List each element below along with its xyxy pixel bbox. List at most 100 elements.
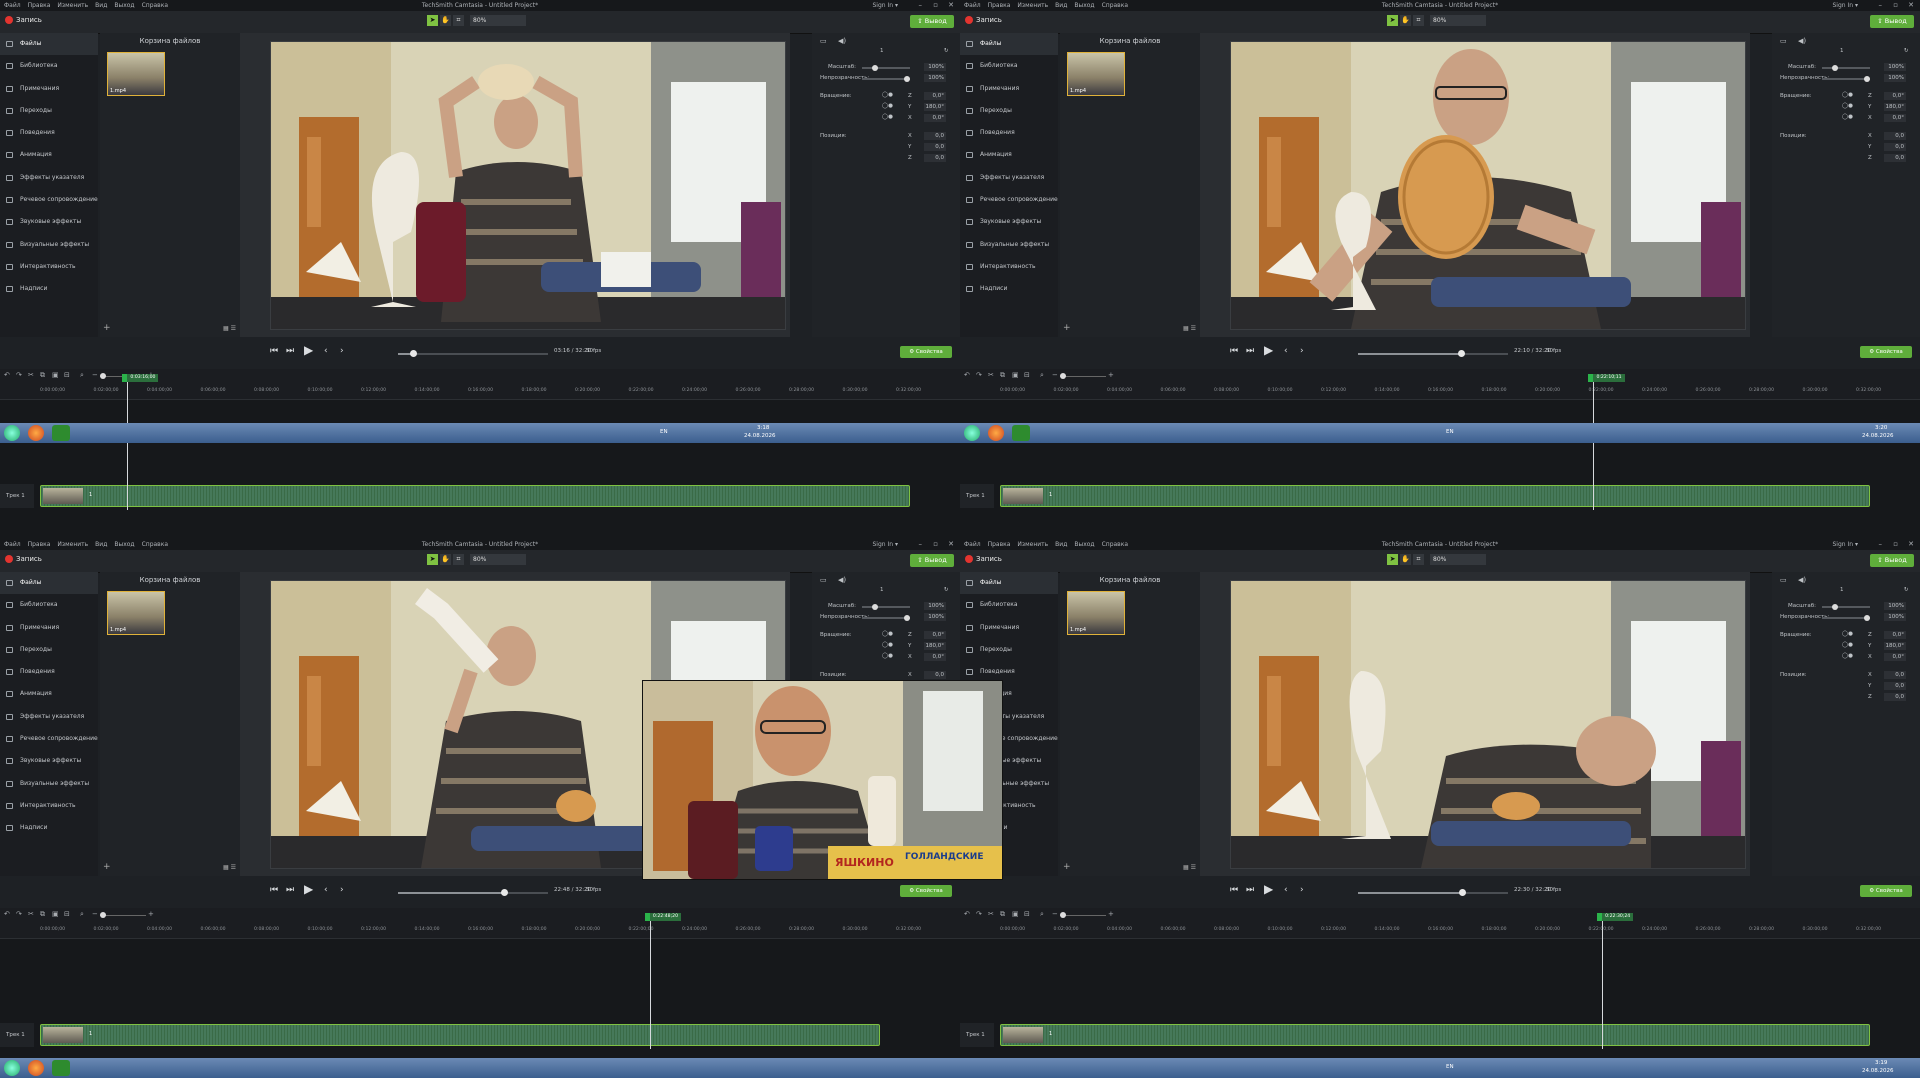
timeline-area[interactable] xyxy=(960,400,1920,539)
minimize-icon[interactable]: – xyxy=(1879,539,1883,550)
sidebar-item[interactable]: Звуковые эффекты xyxy=(0,211,98,233)
zoom-in-icon[interactable]: + xyxy=(1108,371,1114,379)
sidebar-item[interactable]: Переходы xyxy=(0,639,98,661)
sidebar-item[interactable]: Примечания xyxy=(960,617,1058,639)
media-thumbnail[interactable]: 1.mp4 xyxy=(1067,52,1125,96)
scale-slider-knob[interactable] xyxy=(871,65,878,71)
media-clip[interactable]: 1 xyxy=(1000,1024,1870,1046)
opacity-slider-knob[interactable] xyxy=(1864,76,1870,82)
scale-slider[interactable] xyxy=(1822,65,1870,71)
zoom-search-icon[interactable]: ⌕ xyxy=(80,371,84,380)
sidebar-item[interactable]: Визуальные эффекты xyxy=(0,234,98,256)
crop-tool-icon[interactable]: ⌗ xyxy=(453,15,464,26)
sidebar-item[interactable]: Анимация xyxy=(0,144,98,166)
rotation-dials-icon[interactable]: ◯● xyxy=(882,642,893,648)
rotation-dials-icon[interactable]: ◯● xyxy=(882,103,893,109)
scale-slider-knob[interactable] xyxy=(871,604,878,610)
rotation-z-value[interactable]: 0,0° xyxy=(924,92,946,100)
clock-date[interactable]: 24.08.2026 xyxy=(1862,433,1894,439)
arrow-tool-icon[interactable]: ➤ xyxy=(427,554,438,565)
language-indicator[interactable]: EN xyxy=(1446,1064,1454,1070)
cut-icon[interactable]: ✂ xyxy=(28,371,34,379)
opacity-slider-knob[interactable] xyxy=(904,76,910,82)
rotation-y-value[interactable]: 180,0° xyxy=(924,642,946,650)
paste-icon[interactable]: ▣ xyxy=(52,371,59,379)
record-button[interactable]: Запись xyxy=(965,555,1002,563)
rotation-dials-icon[interactable]: ◯● xyxy=(1842,92,1853,98)
sidebar-item[interactable]: Эффекты указателя xyxy=(0,167,98,189)
rotation-dials-icon[interactable]: ◯● xyxy=(1842,114,1853,120)
arrow-tool-icon[interactable]: ➤ xyxy=(1387,554,1398,565)
start-button-icon[interactable] xyxy=(964,425,980,441)
media-clip[interactable]: 1 xyxy=(40,485,910,507)
sidebar-item[interactable]: Поведения xyxy=(960,122,1058,144)
sign-in-menu[interactable]: Sign In ▾ xyxy=(1833,0,1859,11)
copy-icon[interactable]: ⧉ xyxy=(1000,910,1005,919)
minimize-icon[interactable]: – xyxy=(919,0,923,11)
scale-slider[interactable] xyxy=(1822,604,1870,610)
minimize-icon[interactable]: – xyxy=(1879,0,1883,11)
visual-props-icon[interactable]: ▭ xyxy=(820,576,827,584)
sidebar-item[interactable]: Визуальные эффекты xyxy=(0,773,98,795)
sidebar-item[interactable]: Примечания xyxy=(960,78,1058,100)
zoom-out-icon[interactable]: − xyxy=(92,910,98,918)
add-media-icon[interactable]: + xyxy=(1063,862,1071,872)
next-marker-icon[interactable]: › xyxy=(340,885,344,895)
sidebar-item[interactable]: Библиотека xyxy=(0,594,98,616)
opacity-value[interactable]: 100% xyxy=(1884,74,1906,82)
next-marker-icon[interactable]: › xyxy=(1300,346,1304,356)
play-icon[interactable]: ▶ xyxy=(1264,343,1273,357)
zoom-search-icon[interactable]: ⌕ xyxy=(1040,371,1044,380)
rotation-x-value[interactable]: 0,0° xyxy=(924,114,946,122)
zoom-out-icon[interactable]: − xyxy=(1052,371,1058,379)
start-button-icon[interactable] xyxy=(4,1060,20,1076)
rotation-z-value[interactable]: 0,0° xyxy=(1884,92,1906,100)
properties-button[interactable]: ⚙ Свойства xyxy=(1860,885,1912,897)
view-toggle-icon[interactable]: ▦ ☰ xyxy=(223,864,236,871)
play-icon[interactable]: ▶ xyxy=(304,882,313,896)
opacity-slider[interactable] xyxy=(862,615,910,621)
scale-value[interactable]: 100% xyxy=(1884,63,1906,71)
next-marker-icon[interactable]: › xyxy=(340,346,344,356)
rotation-dials-icon[interactable]: ◯● xyxy=(882,114,893,120)
redo-icon[interactable]: ↷ xyxy=(976,371,982,379)
paste-icon[interactable]: ▣ xyxy=(1012,910,1019,918)
scale-value[interactable]: 100% xyxy=(924,63,946,71)
sidebar-item[interactable]: Эффекты указателя xyxy=(960,167,1058,189)
arrow-tool-icon[interactable]: ➤ xyxy=(427,15,438,26)
scale-slider-knob[interactable] xyxy=(1831,65,1838,71)
step-back-icon[interactable]: ⏮ xyxy=(1230,885,1238,895)
playhead[interactable] xyxy=(1602,916,1604,1049)
play-icon[interactable]: ▶ xyxy=(304,343,313,357)
scale-slider[interactable] xyxy=(862,604,910,610)
maximize-icon[interactable]: ▫ xyxy=(1893,0,1898,11)
timeline-zoom-slider[interactable] xyxy=(100,912,146,918)
opacity-slider-knob[interactable] xyxy=(904,615,910,621)
media-thumbnail[interactable]: 1.mp4 xyxy=(107,52,165,96)
visual-props-icon[interactable]: ▭ xyxy=(1780,37,1787,45)
scale-slider-knob[interactable] xyxy=(1831,604,1838,610)
sidebar-item[interactable]: Надписи xyxy=(0,278,98,300)
properties-button[interactable]: ⚙ Свойства xyxy=(1860,346,1912,358)
paste-icon[interactable]: ▣ xyxy=(52,910,59,918)
undo-icon[interactable]: ↶ xyxy=(964,910,970,918)
rotation-y-value[interactable]: 180,0° xyxy=(1884,103,1906,111)
export-button[interactable]: ⇪ Вывод xyxy=(910,554,954,567)
camtasia-taskbar-icon[interactable] xyxy=(52,425,70,441)
media-thumbnail[interactable]: 1.mp4 xyxy=(1067,591,1125,635)
sidebar-item[interactable]: Надписи xyxy=(960,278,1058,300)
view-toggle-icon[interactable]: ▦ ☰ xyxy=(1183,864,1196,871)
scale-value[interactable]: 100% xyxy=(1884,602,1906,610)
properties-button[interactable]: ⚙ Свойства xyxy=(900,346,952,358)
arrow-tool-icon[interactable]: ➤ xyxy=(1387,15,1398,26)
timeline-ruler[interactable]: 0:00:00;00 0:02:00;00 0:04:00;00 0:06:00;00… xyxy=(960,922,1920,939)
audio-props-icon[interactable]: ◀) xyxy=(838,576,846,584)
zoom-in-icon[interactable]: + xyxy=(148,910,154,918)
sign-in-menu[interactable]: Sign In ▾ xyxy=(1833,539,1859,550)
firefox-icon[interactable] xyxy=(28,1060,44,1076)
rotation-dials-icon[interactable]: ◯● xyxy=(1842,103,1853,109)
cut-icon[interactable]: ✂ xyxy=(988,371,994,379)
position-x-value[interactable]: 0,0 xyxy=(924,671,946,679)
split-icon[interactable]: ⊟ xyxy=(64,371,70,379)
scale-value[interactable]: 100% xyxy=(924,602,946,610)
